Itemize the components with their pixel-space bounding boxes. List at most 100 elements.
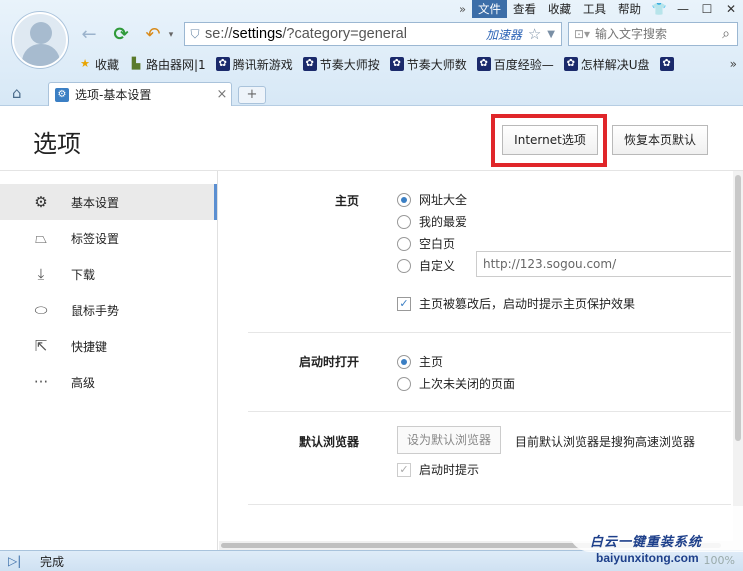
bookmark-item[interactable]: ▙ 路由器网|1 (129, 56, 206, 73)
restore-defaults-button[interactable]: 恢复本页默认 (612, 125, 708, 155)
menu-view[interactable]: 查看 (507, 0, 542, 18)
bookmark-item[interactable]: ✿ 腾讯新游戏 (215, 56, 293, 73)
accelerator-button[interactable]: 加速器 (486, 26, 522, 43)
mouse-icon: ⬭ (34, 301, 48, 319)
sidebar-item-download[interactable]: ⤓ 下载 (0, 256, 218, 292)
checkbox[interactable]: ✓ (397, 296, 411, 311)
settings-sidebar: ⚙ 基本设置 ⏢ 标签设置 ⤓ 下载 ⬭ 鼠标手势 ⇱ 快捷键 ··· 高级 (0, 182, 218, 550)
menu-favorites[interactable]: 收藏 (542, 0, 577, 18)
bookmark-item[interactable]: ✿ 怎样解决U盘 (563, 56, 650, 73)
gear-icon: ⚙ (34, 193, 48, 211)
bookmark-more-button[interactable]: » (724, 57, 743, 71)
watermark-logo: 白云一键重装系统 baiyunxitong.com (568, 506, 743, 566)
paw-icon: ✿ (476, 57, 491, 71)
avatar-head (30, 22, 52, 44)
startup-option-last-session[interactable]: 上次未关闭的页面 (397, 375, 515, 392)
sidebar-item-label: 下载 (71, 267, 96, 282)
homepage-option-blank[interactable]: 空白页 (397, 235, 455, 252)
undo-dropdown-icon[interactable]: ▾ (160, 24, 182, 46)
homepage-option-nav[interactable]: 网址大全 (397, 191, 467, 208)
tab-icon: ⏢ (34, 229, 47, 247)
menu-tools[interactable]: 工具 (577, 0, 612, 18)
new-tab-button[interactable]: + (238, 86, 266, 104)
homepage-protect-checkbox[interactable]: ✓ 主页被篡改后，启动时提示主页保护效果 (397, 295, 635, 312)
sidebar-item-label: 鼠标手势 (71, 303, 120, 318)
highlight-box (491, 114, 607, 167)
bookmark-item[interactable]: ✿ 节奏大师数 (389, 56, 467, 73)
sidebar-item-tabs[interactable]: ⏢ 标签设置 (0, 220, 218, 256)
sidebar-border (217, 171, 218, 550)
tab-settings[interactable]: ⚙ 选项-基本设置 × (48, 82, 232, 106)
download-icon: ⤓ (37, 265, 45, 283)
radio-button[interactable] (397, 376, 411, 391)
shortcut-icon: ⇱ (34, 337, 48, 355)
paw-icon: ✿ (215, 57, 230, 71)
startup-label: 启动时打开 (298, 355, 359, 369)
startup-prompt-checkbox[interactable]: ✓ 启动时提示 (397, 461, 479, 478)
status-text: 完成 (40, 554, 65, 569)
menu-help[interactable]: 帮助 (612, 0, 647, 18)
menu-bar: » 文件 查看 收藏 工具 帮助 👕 — ☐ ✕ (453, 0, 743, 18)
scrollbar-thumb[interactable] (735, 175, 741, 441)
sidebar-item-label: 高级 (71, 375, 96, 390)
default-browser-label: 默认浏览器 (298, 435, 359, 449)
paw-icon: ✿ (659, 57, 674, 71)
sidebar-item-basic[interactable]: ⚙ 基本设置 (0, 184, 218, 220)
router-icon: ▙ (131, 57, 141, 70)
refresh-icon[interactable]: ⟳ (110, 24, 132, 46)
radio-button[interactable] (397, 214, 411, 229)
watermark-title: 白云一键重装系统 (590, 535, 703, 550)
paw-icon: ✿ (302, 57, 317, 71)
tab-title: 选项-基本设置 (75, 88, 152, 102)
bookmark-item[interactable]: ✿ (659, 57, 677, 71)
maximize-button[interactable]: ☐ (695, 2, 719, 16)
page-title: 选项 (33, 130, 81, 158)
checkbox[interactable]: ✓ (397, 462, 411, 477)
skin-icon[interactable]: 👕 (647, 2, 671, 16)
address-bar[interactable]: ⛉ se://settings/?category=general 加速器 ☆ … (184, 22, 562, 46)
sidebar-item-shortcuts[interactable]: ⇱ 快捷键 (0, 328, 218, 364)
menu-file[interactable]: 文件 (472, 0, 507, 18)
back-arrow-icon[interactable]: ← (78, 24, 100, 46)
bookmark-item[interactable]: ★ 收藏 (78, 56, 119, 73)
search-engine-icon[interactable]: ⊡▾ (569, 27, 595, 41)
browser-chrome: » 文件 查看 收藏 工具 帮助 👕 — ☐ ✕ ← ⟳ ↶ ▾ ⛉ se://… (0, 0, 743, 106)
more-dots-icon: ··· (33, 373, 49, 391)
section-divider (248, 411, 731, 412)
address-dropdown-icon[interactable]: ▼ (547, 29, 555, 40)
settings-content: 主页 网址大全 我的最爱 空白页 自定义 http://123.sogou.co… (219, 171, 731, 543)
bookmark-item[interactable]: ✿ 百度经验— (476, 56, 554, 73)
radio-button[interactable] (397, 192, 411, 207)
bookmark-item[interactable]: ✿ 节奏大师按 (302, 56, 380, 73)
radio-button[interactable] (397, 236, 411, 251)
star-icon[interactable]: ☆ (528, 25, 541, 43)
set-default-browser-button[interactable]: 设为默认浏览器 (397, 426, 501, 454)
close-window-button[interactable]: ✕ (719, 2, 743, 16)
sidebar-item-advanced[interactable]: ··· 高级 (0, 364, 218, 400)
menu-more-button[interactable]: » (453, 2, 472, 16)
search-input[interactable] (595, 27, 715, 41)
homepage-option-favorites[interactable]: 我的最爱 (397, 213, 467, 230)
radio-button[interactable] (397, 354, 411, 369)
default-browser-note: 目前默认浏览器是搜狗高速浏览器 (515, 435, 696, 449)
address-url[interactable]: se://settings/?category=general (205, 26, 486, 42)
search-icon[interactable]: ⌕ (715, 26, 737, 42)
minimize-button[interactable]: — (671, 2, 695, 16)
homepage-option-custom[interactable]: 自定义 (397, 257, 455, 274)
gear-icon: ⚙ (55, 87, 69, 102)
custom-homepage-input[interactable]: http://123.sogou.com/ (476, 251, 731, 277)
sidebar-toggle-icon[interactable]: ▷| (8, 554, 28, 568)
radio-button[interactable] (397, 258, 411, 273)
star-icon: ★ (80, 57, 90, 70)
close-icon[interactable]: × (213, 87, 231, 102)
home-icon[interactable]: ⌂ (12, 84, 22, 102)
vertical-scrollbar[interactable] (733, 171, 743, 543)
startup-option-homepage[interactable]: 主页 (397, 353, 443, 370)
user-avatar[interactable] (12, 12, 68, 68)
tab-strip: ⌂ ⚙ 选项-基本设置 × + (0, 80, 743, 106)
sidebar-item-mouse-gestures[interactable]: ⬭ 鼠标手势 (0, 292, 218, 328)
section-divider (248, 504, 731, 505)
paw-icon: ✿ (563, 57, 578, 71)
homepage-label: 主页 (334, 194, 359, 208)
watermark-url: baiyunxitong.com (596, 551, 699, 565)
